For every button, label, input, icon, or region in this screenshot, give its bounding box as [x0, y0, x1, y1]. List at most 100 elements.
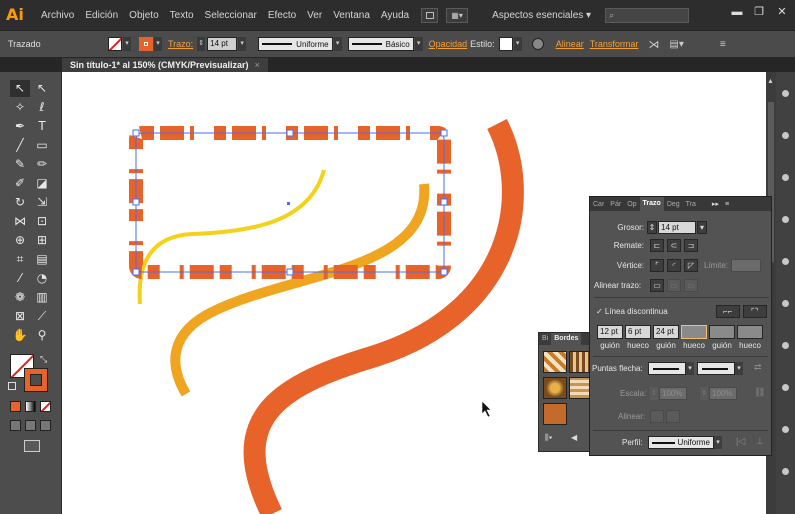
paragraph-tab[interactable]: Pár: [607, 201, 624, 208]
scale-1-field[interactable]: 100%: [659, 387, 687, 400]
layers-panel-icon[interactable]: [782, 342, 789, 349]
document-tab[interactable]: Sin título-1* al 150% (CMYK/Previsualiza…: [62, 58, 268, 72]
end-arrowhead-dropdown[interactable]: [697, 362, 735, 375]
start-arrowhead-arrow[interactable]: ▾: [686, 362, 694, 375]
stroke-panel-link[interactable]: Trazo:: [168, 39, 193, 49]
gap-1-field[interactable]: 6 pt: [625, 325, 651, 339]
menu-ayuda[interactable]: Ayuda: [381, 10, 409, 21]
menu-objeto[interactable]: Objeto: [129, 10, 158, 21]
panel-options-icon[interactable]: ≡: [722, 201, 732, 208]
magic-wand-tool-icon[interactable]: ✧: [10, 99, 30, 116]
border-brush-swatch[interactable]: [543, 377, 567, 399]
scale-2-stepper[interactable]: ⇕: [700, 387, 708, 400]
fill-swatch[interactable]: [108, 37, 122, 51]
free-transform-tool-icon[interactable]: ⊡: [32, 213, 52, 230]
isolate-icon[interactable]: ⋊: [648, 38, 659, 51]
start-arrowhead-dropdown[interactable]: [648, 362, 686, 375]
swap-colors-icon[interactable]: ⤡: [40, 354, 47, 365]
scale-2-field[interactable]: 100%: [709, 387, 737, 400]
menu-edicion[interactable]: Edición: [85, 10, 118, 21]
scale-1-stepper[interactable]: ⇕: [650, 387, 658, 400]
dash-3-field[interactable]: [709, 325, 735, 339]
blend-tool-icon[interactable]: ◔: [32, 270, 52, 287]
arrow-tip-at-end-button[interactable]: [666, 410, 680, 423]
menu-efecto[interactable]: Efecto: [268, 10, 296, 21]
scroll-up-icon[interactable]: ▲: [767, 78, 774, 85]
shape-builder-tool-icon[interactable]: ⊕: [10, 232, 30, 249]
transform-panel-icon[interactable]: [782, 426, 789, 433]
arrange-icon[interactable]: ▤▾: [669, 39, 683, 50]
borders-tab[interactable]: Bordes: [551, 333, 582, 345]
workspace-switcher[interactable]: Aspectos esenciales ▾: [492, 10, 591, 21]
mesh-tool-icon[interactable]: ⌗: [10, 251, 30, 268]
stroke-color-box[interactable]: [24, 368, 48, 392]
menu-ver[interactable]: Ver: [307, 10, 322, 21]
gradient-mode-icon[interactable]: [25, 401, 36, 412]
variable-width-profile[interactable]: Uniforme: [258, 37, 333, 51]
symbol-sprayer-tool-icon[interactable]: ❁: [10, 289, 30, 306]
menu-ventana[interactable]: Ventana: [333, 10, 370, 21]
color-mode-icon[interactable]: [10, 401, 21, 412]
screen-mode-icon[interactable]: [24, 440, 40, 452]
rectangle-tool-icon[interactable]: ▭: [32, 137, 52, 154]
none-mode-icon[interactable]: [40, 401, 51, 412]
eyedropper-tool-icon[interactable]: ⁄: [10, 270, 30, 287]
type-tool-icon[interactable]: T: [32, 118, 52, 135]
rotate-tool-icon[interactable]: ↻: [10, 194, 30, 211]
blob-brush-tool-icon[interactable]: ✐: [10, 175, 30, 192]
link-scale-icon[interactable]: ⛓: [754, 387, 765, 398]
fill-dropdown[interactable]: ▾: [123, 37, 131, 51]
draw-behind-icon[interactable]: [25, 420, 36, 431]
align-center-button[interactable]: ▭: [650, 278, 664, 292]
weight-dropdown[interactable]: ▾: [697, 220, 707, 234]
stroke-swatch[interactable]: [139, 37, 153, 51]
bridge-button[interactable]: [421, 7, 439, 23]
align-outside-button[interactable]: ▭: [684, 278, 698, 292]
align-dashes-button[interactable]: ⌜⌝: [742, 304, 767, 318]
paintbrush-tool-icon[interactable]: ✎: [10, 156, 30, 173]
transparency-tab[interactable]: Tra: [683, 201, 699, 208]
stroke-tab[interactable]: Trazo: [639, 197, 664, 211]
menu-texto[interactable]: Texto: [170, 10, 194, 21]
align-panel-icon[interactable]: [782, 468, 789, 475]
pen-tool-icon[interactable]: ✒: [10, 118, 30, 135]
color-panel-icon[interactable]: [782, 90, 789, 97]
brushes-panel-icon[interactable]: [782, 174, 789, 181]
round-join-button[interactable]: ◜: [667, 258, 681, 272]
close-tab-icon[interactable]: ×: [255, 60, 260, 70]
swap-arrowheads-icon[interactable]: ⇄: [754, 362, 762, 373]
hand-tool-icon[interactable]: ✋: [10, 327, 30, 344]
flip-across-icon[interactable]: ⊥: [756, 436, 764, 447]
stroke-weight-dropdown[interactable]: ▾: [238, 37, 247, 51]
direct-selection-tool-icon[interactable]: ↖: [32, 80, 52, 97]
round-cap-button[interactable]: ⊂: [667, 238, 681, 252]
recolor-icon[interactable]: [531, 38, 544, 50]
align-link[interactable]: Alinear: [556, 39, 584, 49]
transform-link[interactable]: Transformar: [590, 39, 639, 49]
arrow-tip-beyond-button[interactable]: [650, 410, 664, 423]
close-window-button[interactable]: ✕: [771, 4, 793, 20]
profile-dropdown[interactable]: ▾: [333, 37, 342, 51]
opacity-link[interactable]: Opacidad: [429, 39, 468, 49]
miter-join-button[interactable]: ⌜: [650, 258, 664, 272]
zoom-tool-icon[interactable]: ⚲: [32, 327, 52, 344]
lasso-tool-icon[interactable]: ℓ: [32, 99, 52, 116]
butt-cap-button[interactable]: ⊏: [650, 238, 664, 252]
projecting-cap-button[interactable]: ⊐: [684, 238, 698, 252]
end-arrowhead-arrow[interactable]: ▾: [735, 362, 743, 375]
border-brush-swatch[interactable]: [543, 403, 567, 425]
graphic-styles-panel-icon[interactable]: [782, 258, 789, 265]
artboard-tool-icon[interactable]: ⊠: [10, 308, 30, 325]
weight-field[interactable]: 14 pt: [658, 220, 696, 234]
default-colors-icon[interactable]: [8, 382, 16, 390]
preserve-dashes-button[interactable]: ⌐⌐: [715, 304, 740, 318]
symbols-panel-icon[interactable]: [782, 216, 789, 223]
gradient-tool-icon[interactable]: ▤: [32, 251, 52, 268]
draw-inside-icon[interactable]: [40, 420, 51, 431]
maximize-button[interactable]: ❐: [748, 4, 770, 20]
gap-2-field[interactable]: [681, 325, 707, 339]
line-tool-icon[interactable]: ╱: [10, 137, 30, 154]
bevel-join-button[interactable]: ◸: [684, 258, 698, 272]
dash-2-field[interactable]: 24 pt: [653, 325, 679, 339]
gap-3-field[interactable]: [737, 325, 763, 339]
